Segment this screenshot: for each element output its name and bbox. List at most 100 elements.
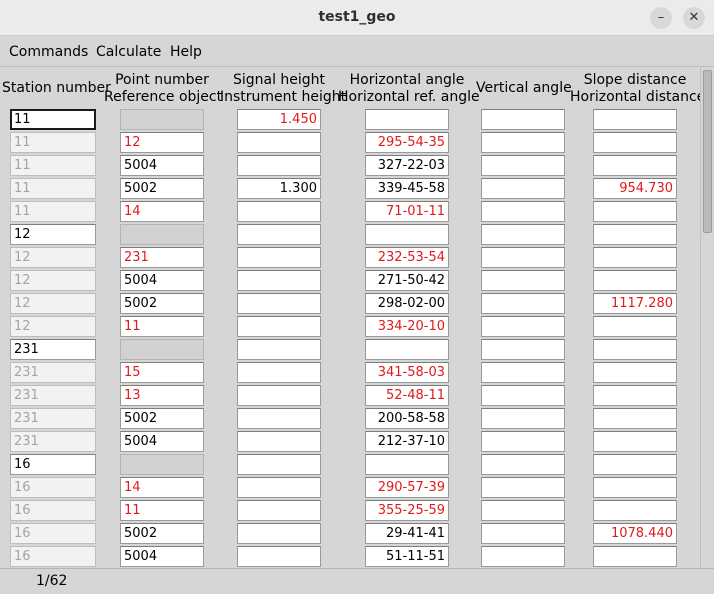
station-cell[interactable]: 12 <box>10 270 96 291</box>
point-cell[interactable]: 5002 <box>120 178 204 199</box>
station-cell[interactable]: 11 <box>10 155 96 176</box>
hz-angle-cell[interactable]: 334-20-10 <box>365 316 449 337</box>
vertical-angle-cell[interactable] <box>481 408 565 429</box>
point-cell[interactable]: 5002 <box>120 408 204 429</box>
distance-cell[interactable] <box>593 362 677 383</box>
distance-cell[interactable] <box>593 546 677 567</box>
station-cell[interactable]: 16 <box>10 454 96 475</box>
height-cell[interactable] <box>237 316 321 337</box>
vertical-angle-cell[interactable] <box>481 109 565 130</box>
vertical-scrollbar[interactable] <box>700 68 714 568</box>
distance-cell[interactable] <box>593 431 677 452</box>
distance-cell[interactable]: 1078.440 <box>593 523 677 544</box>
height-cell[interactable] <box>237 431 321 452</box>
vertical-angle-cell[interactable] <box>481 523 565 544</box>
point-cell[interactable]: 13 <box>120 385 204 406</box>
vertical-angle-cell[interactable] <box>481 155 565 176</box>
height-cell[interactable] <box>237 477 321 498</box>
distance-cell[interactable] <box>593 224 677 245</box>
point-cell[interactable]: 231 <box>120 247 204 268</box>
distance-cell[interactable] <box>593 247 677 268</box>
distance-cell[interactable] <box>593 500 677 521</box>
distance-cell[interactable] <box>593 339 677 360</box>
point-cell[interactable]: 11 <box>120 500 204 521</box>
station-cell[interactable]: 16 <box>10 500 96 521</box>
hz-angle-cell[interactable] <box>365 454 449 475</box>
vertical-angle-cell[interactable] <box>481 316 565 337</box>
station-cell[interactable]: 11 <box>10 178 96 199</box>
hz-angle-cell[interactable]: 29-41-41 <box>365 523 449 544</box>
height-cell[interactable] <box>237 546 321 567</box>
height-cell[interactable] <box>237 385 321 406</box>
vertical-angle-cell[interactable] <box>481 132 565 153</box>
hz-angle-cell[interactable]: 212-37-10 <box>365 431 449 452</box>
distance-cell[interactable]: 954.730 <box>593 178 677 199</box>
vertical-angle-cell[interactable] <box>481 247 565 268</box>
hz-angle-cell[interactable]: 271-50-42 <box>365 270 449 291</box>
vertical-angle-cell[interactable] <box>481 477 565 498</box>
point-cell[interactable] <box>120 224 204 245</box>
hz-angle-cell[interactable] <box>365 339 449 360</box>
distance-cell[interactable] <box>593 132 677 153</box>
point-cell[interactable]: 5004 <box>120 270 204 291</box>
station-cell[interactable]: 12 <box>10 247 96 268</box>
station-cell[interactable]: 12 <box>10 293 96 314</box>
menu-calculate[interactable]: Calculate <box>96 44 161 60</box>
station-cell[interactable]: 12 <box>10 316 96 337</box>
point-cell[interactable] <box>120 109 204 130</box>
station-cell[interactable]: 231 <box>10 385 96 406</box>
height-cell[interactable] <box>237 500 321 521</box>
hz-angle-cell[interactable]: 232-53-54 <box>365 247 449 268</box>
vertical-angle-cell[interactable] <box>481 293 565 314</box>
point-cell[interactable]: 5002 <box>120 523 204 544</box>
height-cell[interactable] <box>237 293 321 314</box>
height-cell[interactable] <box>237 247 321 268</box>
height-cell[interactable] <box>237 523 321 544</box>
hz-angle-cell[interactable]: 290-57-39 <box>365 477 449 498</box>
point-cell[interactable]: 14 <box>120 201 204 222</box>
distance-cell[interactable] <box>593 316 677 337</box>
station-cell[interactable]: 16 <box>10 523 96 544</box>
distance-cell[interactable] <box>593 155 677 176</box>
hz-angle-cell[interactable]: 200-58-58 <box>365 408 449 429</box>
hz-angle-cell[interactable]: 298-02-00 <box>365 293 449 314</box>
point-cell[interactable]: 11 <box>120 316 204 337</box>
minimize-button[interactable]: – <box>650 7 672 29</box>
station-cell[interactable]: 231 <box>10 362 96 383</box>
menu-help[interactable]: Help <box>170 44 202 60</box>
vertical-angle-cell[interactable] <box>481 546 565 567</box>
point-cell[interactable]: 5004 <box>120 155 204 176</box>
hz-angle-cell[interactable]: 327-22-03 <box>365 155 449 176</box>
vertical-angle-cell[interactable] <box>481 500 565 521</box>
height-cell[interactable] <box>237 201 321 222</box>
distance-cell[interactable] <box>593 109 677 130</box>
close-button[interactable]: ✕ <box>683 7 705 29</box>
height-cell[interactable] <box>237 132 321 153</box>
station-cell[interactable]: 16 <box>10 477 96 498</box>
vertical-angle-cell[interactable] <box>481 270 565 291</box>
hz-angle-cell[interactable] <box>365 109 449 130</box>
height-cell[interactable] <box>237 339 321 360</box>
height-cell[interactable] <box>237 362 321 383</box>
scrollbar-thumb[interactable] <box>703 70 712 233</box>
height-cell[interactable]: 1.450 <box>237 109 321 130</box>
station-cell[interactable]: 11 <box>10 109 96 130</box>
point-cell[interactable]: 5002 <box>120 293 204 314</box>
distance-cell[interactable] <box>593 270 677 291</box>
point-cell[interactable] <box>120 339 204 360</box>
height-cell[interactable] <box>237 155 321 176</box>
point-cell[interactable]: 15 <box>120 362 204 383</box>
height-cell[interactable]: 1.300 <box>237 178 321 199</box>
hz-angle-cell[interactable]: 295-54-35 <box>365 132 449 153</box>
vertical-angle-cell[interactable] <box>481 385 565 406</box>
distance-cell[interactable] <box>593 477 677 498</box>
station-cell[interactable]: 12 <box>10 224 96 245</box>
hz-angle-cell[interactable]: 355-25-59 <box>365 500 449 521</box>
height-cell[interactable] <box>237 224 321 245</box>
station-cell[interactable]: 16 <box>10 546 96 567</box>
distance-cell[interactable] <box>593 408 677 429</box>
vertical-angle-cell[interactable] <box>481 339 565 360</box>
vertical-angle-cell[interactable] <box>481 178 565 199</box>
hz-angle-cell[interactable]: 71-01-11 <box>365 201 449 222</box>
point-cell[interactable] <box>120 454 204 475</box>
